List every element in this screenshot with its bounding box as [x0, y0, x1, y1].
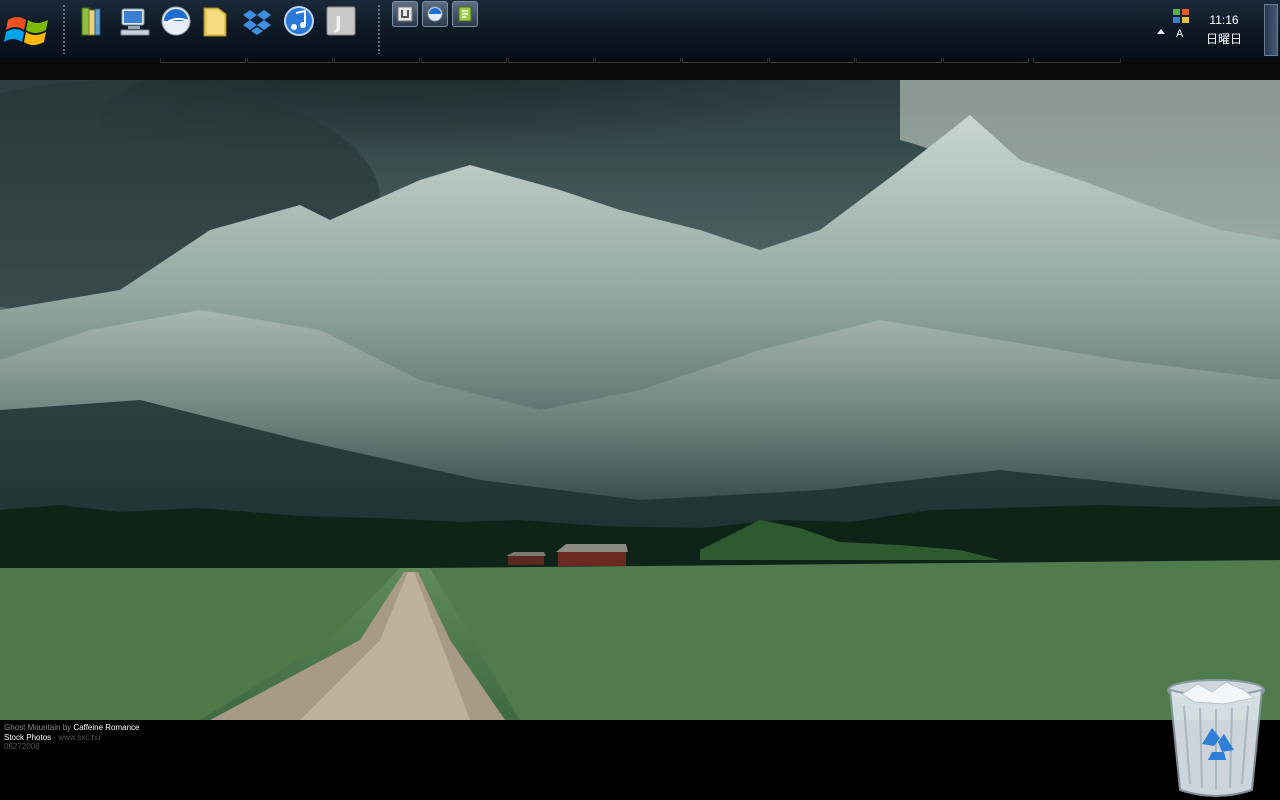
- show-hidden-icons-icon[interactable]: [1155, 26, 1167, 36]
- app-window-button[interactable]: [392, 1, 418, 27]
- recycle-bin-icon[interactable]: [1164, 676, 1268, 800]
- strip-segment: [856, 58, 942, 63]
- app-window-icon: [397, 6, 413, 22]
- strip-segment: [334, 58, 420, 63]
- strip-segment: [943, 58, 1029, 63]
- itunes-icon[interactable]: [282, 4, 316, 38]
- taskbar-grip-2[interactable]: [377, 4, 381, 54]
- clock-day: 日曜日: [1205, 32, 1242, 46]
- caption-author: Caffeine Romance: [73, 723, 140, 732]
- toolbar-strip: [0, 58, 1280, 80]
- caption-date: 06272008: [4, 742, 40, 751]
- folder-icon[interactable]: [198, 4, 232, 38]
- start-button[interactable]: [2, 8, 54, 52]
- caption-title: Ghost Mountain by: [4, 723, 72, 732]
- clock[interactable]: 11:16 日曜日: [1198, 6, 1250, 47]
- strip-segment: [508, 58, 594, 63]
- notepad-window-button[interactable]: [452, 1, 478, 27]
- j-app-icon[interactable]: J: [324, 4, 358, 38]
- notepad-window-icon: [458, 6, 472, 22]
- clock-time: 11:16: [1209, 13, 1239, 27]
- strip-segment: [595, 58, 681, 63]
- browser-window-icon: [427, 6, 443, 22]
- strip-segment: [682, 58, 768, 63]
- taskbar-grip[interactable]: [62, 4, 66, 54]
- strip-segment: [247, 58, 333, 63]
- caption-line-2: Stock Photos - www.sxc.hu: [4, 733, 140, 743]
- ime-indicator[interactable]: A: [1176, 28, 1188, 42]
- strip-segment: [160, 58, 246, 63]
- strip-segment: [1033, 58, 1121, 63]
- desktop-wallpaper: [0, 80, 1280, 720]
- dropbox-icon[interactable]: [240, 4, 274, 38]
- browser-icon[interactable]: [159, 4, 193, 38]
- show-desktop-button[interactable]: [1264, 4, 1278, 56]
- wallpaper-caption: Ghost Mountain by Caffeine Romance Stock…: [4, 723, 140, 752]
- browser-window-button[interactable]: [422, 1, 448, 27]
- taskbar: J A 11:16 日曜日: [0, 0, 1280, 59]
- strip-segment: [421, 58, 507, 63]
- network-icon[interactable]: [1172, 8, 1190, 24]
- strip-segment: [769, 58, 855, 63]
- caption-site: - www.sxc.hu: [53, 732, 101, 742]
- caption-stock-label: Stock Photos: [4, 732, 52, 742]
- computer-icon[interactable]: [118, 4, 152, 38]
- svg-text:J: J: [333, 13, 342, 34]
- books-icon[interactable]: [74, 4, 108, 38]
- caption-line-1: Ghost Mountain by Caffeine Romance: [4, 723, 140, 733]
